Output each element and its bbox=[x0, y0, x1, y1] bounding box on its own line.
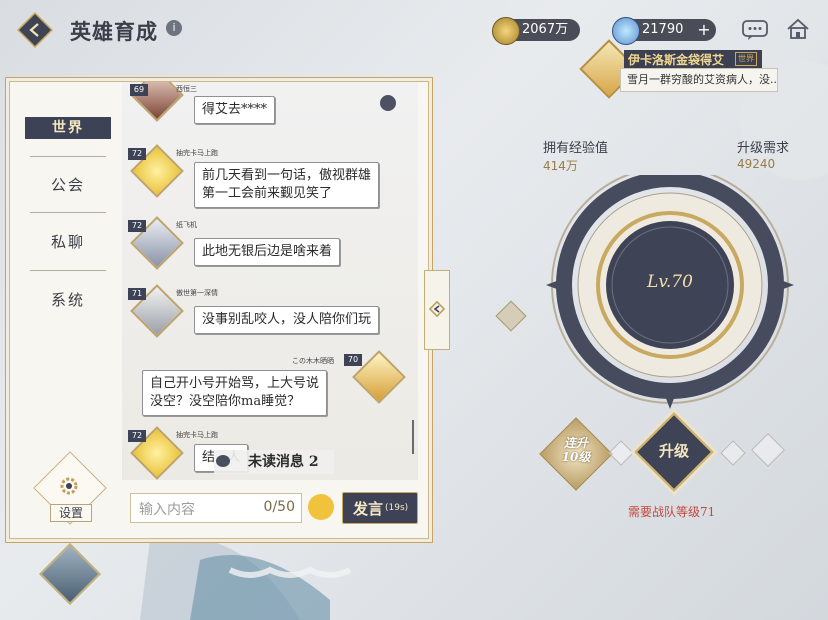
username: 傲世第一深情 bbox=[176, 289, 218, 297]
gold-coin-icon bbox=[492, 17, 520, 45]
level-badge: 72 bbox=[128, 148, 146, 160]
level-up-10-label: 连升 10级 bbox=[553, 436, 599, 464]
tab-world[interactable]: 世界 bbox=[25, 117, 111, 139]
message-line: 前几天看到一句话，傲视群雄 bbox=[202, 168, 372, 183]
level-dial bbox=[546, 175, 794, 409]
collapse-icon bbox=[428, 300, 446, 318]
scroll-top-icon[interactable] bbox=[380, 95, 396, 111]
chat-bubble-icon bbox=[216, 455, 230, 467]
username: 抽完卡马上跑 bbox=[176, 431, 218, 439]
level-up-10-label-line2: 10级 bbox=[561, 450, 591, 464]
send-label: 发言 bbox=[353, 500, 384, 518]
level-badge: 70 bbox=[344, 354, 362, 366]
nav-divider bbox=[30, 270, 106, 271]
page-title: 英雄育成 bbox=[70, 19, 158, 44]
hero-chat-preview[interactable]: 雪月一群穷酸的艾资病人，没... bbox=[620, 68, 778, 92]
unread-messages-label: 未读消息 2 bbox=[248, 454, 319, 470]
unread-messages-button[interactable]: 未读消息 2 bbox=[214, 450, 334, 474]
username: 西恒三 bbox=[176, 85, 197, 93]
hero-tag: 世界 bbox=[735, 52, 757, 66]
username: 抽完卡马上跑 bbox=[176, 149, 218, 157]
gem-icon bbox=[612, 17, 640, 45]
upgrade-need-label: 升级需求 bbox=[737, 141, 790, 156]
info-icon[interactable]: i bbox=[166, 20, 182, 36]
message-bubble: 前几天看到一句话，傲视群雄 第一工会前来觐见笑了 bbox=[194, 162, 380, 208]
upgrade-label: 升级 bbox=[658, 442, 689, 460]
character-count: 0/50 bbox=[263, 499, 295, 515]
gold-amount: 2067万 bbox=[522, 22, 569, 37]
nav-divider bbox=[30, 212, 106, 213]
home-icon[interactable] bbox=[786, 18, 810, 40]
message-line: 第一工会前来觐见笑了 bbox=[202, 186, 333, 201]
message-bubble: 得艾去**** bbox=[194, 96, 276, 124]
add-gems-button[interactable]: + bbox=[696, 22, 712, 38]
chat-icon[interactable] bbox=[742, 20, 768, 40]
level-display: Lv.70 bbox=[647, 272, 693, 292]
message-line: 没空？没空陪你ma睡觉？ bbox=[150, 394, 301, 409]
level-badge: 69 bbox=[130, 84, 148, 96]
gold-counter: 2067万 bbox=[492, 17, 580, 45]
tab-system[interactable]: 系统 bbox=[24, 289, 112, 310]
message-bubble: 自己开小号开始骂，上大号说 没空？没空陪你ma睡觉？ bbox=[142, 370, 328, 416]
team-level-requirement: 需要战队等级71 bbox=[628, 505, 716, 519]
emoji-icon[interactable] bbox=[308, 494, 334, 520]
username: この木木晒晒 bbox=[292, 357, 334, 365]
upgrade-need-value: 49240 bbox=[737, 157, 776, 171]
tab-guild[interactable]: 公会 bbox=[24, 174, 112, 195]
chat-scrollbar[interactable] bbox=[412, 420, 414, 454]
username: 纸飞机 bbox=[176, 221, 197, 229]
chat-message-list[interactable]: 69 西恒三 得艾去**** 72 抽完卡马上跑 前几天看到一句话，傲视群雄 第… bbox=[122, 82, 418, 480]
back-icon[interactable] bbox=[16, 11, 54, 49]
exp-value: 414万 bbox=[543, 159, 578, 173]
tab-private[interactable]: 私聊 bbox=[24, 231, 112, 252]
level-up-10-label-line1: 连升 bbox=[563, 436, 588, 450]
nav-divider bbox=[30, 156, 106, 157]
level-badge: 72 bbox=[128, 220, 146, 232]
message-bubble: 此地无银后边是啥来着 bbox=[194, 238, 341, 266]
collapse-chat-button[interactable] bbox=[424, 270, 450, 350]
gear-icon bbox=[60, 477, 78, 495]
level-badge: 72 bbox=[128, 430, 146, 442]
settings-label: 设置 bbox=[50, 504, 92, 522]
message-input-placeholder: 输入内容 bbox=[139, 502, 195, 518]
gem-amount: 21790 bbox=[642, 22, 684, 37]
message-input[interactable]: 输入内容 0/50 bbox=[130, 493, 302, 523]
exp-label: 拥有经验值 bbox=[543, 141, 609, 156]
send-cooldown: (19s) bbox=[385, 503, 409, 513]
gem-counter: 21790 + bbox=[612, 17, 716, 45]
message-bubble: 没事别乱咬人，没人陪你们玩 bbox=[194, 306, 380, 334]
message-line: 自己开小号开始骂，上大号说 bbox=[150, 376, 320, 391]
level-badge: 71 bbox=[128, 288, 146, 300]
send-button[interactable]: 发言 (19s) bbox=[342, 492, 418, 524]
